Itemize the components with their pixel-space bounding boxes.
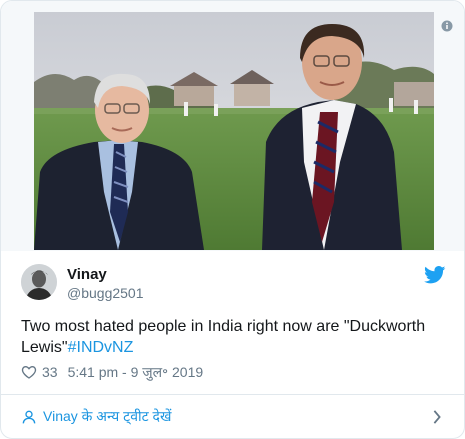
chevron-right-icon: [432, 409, 444, 424]
avatar[interactable]: [21, 264, 57, 300]
media-area: [1, 1, 464, 251]
tweet-photo[interactable]: [34, 12, 434, 250]
tweet-meta: 33 5:41 pm - 9 जुल॰ 2019: [21, 362, 203, 382]
author-handle[interactable]: @bugg2501: [67, 285, 144, 301]
more-tweets-label: Vinay के अन्य ट्वीट देखें: [43, 408, 172, 424]
tweet-timestamp[interactable]: 5:41 pm - 9 जुल॰ 2019: [68, 363, 204, 382]
hashtag-link[interactable]: #INDvNZ: [68, 339, 134, 356]
tweet-card: Vinay @bugg2501 Two most hated people in…: [0, 0, 465, 439]
author-display-name[interactable]: Vinay: [67, 266, 107, 283]
more-tweets-link[interactable]: Vinay के अन्य ट्वीट देखें: [1, 395, 464, 438]
tweet-text: Two most hated people in India right now…: [21, 316, 446, 358]
person-icon: [21, 409, 37, 425]
like-count: 33: [42, 364, 58, 380]
info-icon[interactable]: [440, 19, 454, 33]
twitter-bird-icon[interactable]: [424, 266, 446, 284]
heart-icon[interactable]: [21, 364, 37, 380]
tweet-author-header: Vinay @bugg2501: [21, 264, 446, 304]
